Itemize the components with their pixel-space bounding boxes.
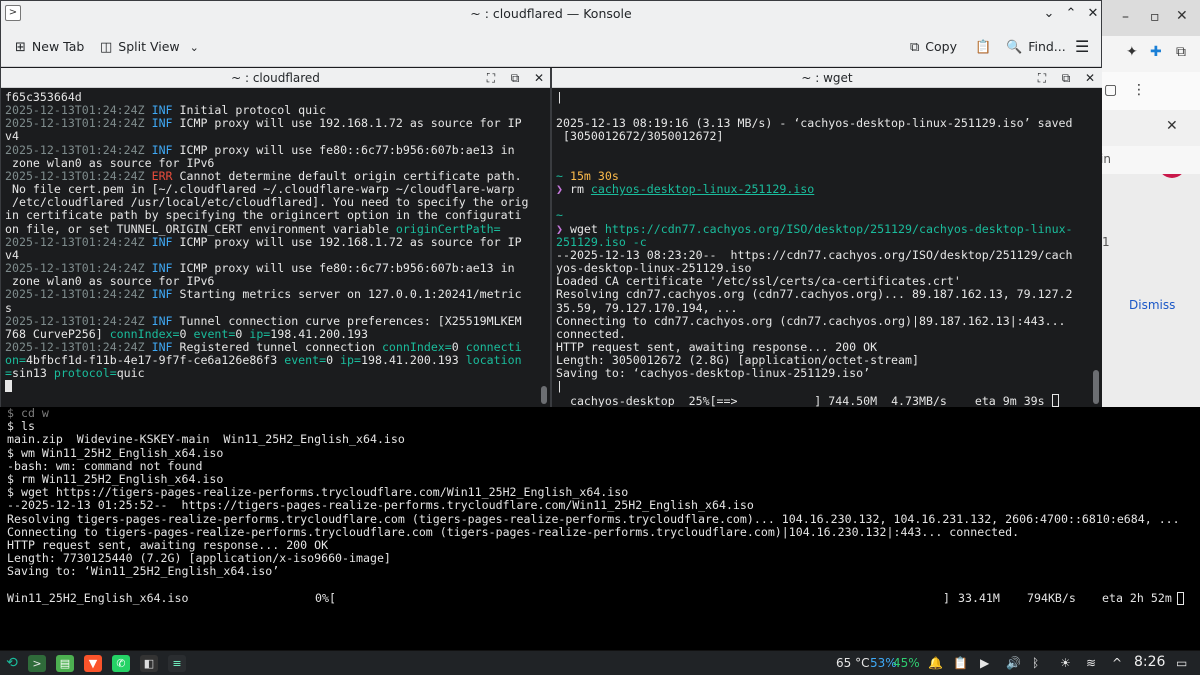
copy-label: Copy — [925, 39, 958, 54]
media-player-icon[interactable]: ▶ — [980, 656, 989, 671]
brightness-icon[interactable]: ☀ — [1060, 656, 1071, 671]
copy-button[interactable]: ⧉ Copy — [910, 37, 957, 57]
dismiss-link[interactable]: Dismiss — [1129, 298, 1175, 312]
find-label: Find... — [1028, 39, 1066, 54]
cpu-temperature[interactable]: 65 °C — [836, 656, 869, 671]
system-tray-expand-icon[interactable]: ^ — [1112, 656, 1122, 671]
file-manager-icon[interactable]: ▤ — [56, 655, 74, 672]
close-notification-icon[interactable]: ✕ — [1166, 118, 1178, 134]
background-download-progress: Win11_25H2_English_x64.iso 0%[ ] 33.41M … — [7, 591, 1193, 606]
find-button[interactable]: 🔍 Find... — [1006, 37, 1066, 57]
show-desktop-icon[interactable]: ▭ — [1176, 656, 1187, 671]
close-icon[interactable]: ✕ — [1083, 4, 1103, 24]
minimize-icon[interactable]: – — [1122, 9, 1129, 25]
browser-toolbar: ✦ ✚ ⧉ — [1100, 36, 1200, 72]
memory-usage[interactable]: 45% — [893, 656, 920, 671]
scrollbar-thumb[interactable] — [1093, 370, 1099, 404]
clock[interactable]: 8:26 — [1134, 654, 1165, 670]
browser-titlebar: – ▫ ✕ — [1100, 0, 1200, 36]
terminal-task-icon[interactable]: ≡ — [168, 655, 186, 672]
maximize-icon[interactable]: ▫ — [1150, 9, 1160, 25]
browser-info-row: in Dismiss — [1100, 146, 1200, 312]
brave-browser-icon[interactable]: ▼ — [84, 655, 102, 672]
hamburger-menu-icon[interactable]: ☰ — [1075, 37, 1089, 57]
clipboard-icon: 📋 — [975, 40, 992, 55]
bg-progress-percent: 0%[ — [315, 591, 336, 605]
close-pane-icon[interactable]: ✕ — [531, 70, 547, 86]
terminal-line: $ cd w — [7, 406, 49, 420]
cloudflared-output: f65c353664d 2025-12-13T01:24:24Z INF Ini… — [5, 90, 529, 394]
bluetooth-icon[interactable]: ᛒ — [1032, 656, 1039, 671]
chevron-down-icon: ⌄ — [189, 41, 199, 54]
pane-header: ~ : wget ⛶ ⧉ ✕ — [552, 68, 1102, 88]
whatsapp-icon[interactable]: ✆ — [112, 655, 130, 672]
close-pane-icon[interactable]: ✕ — [1082, 70, 1098, 86]
chevron-down-icon[interactable]: ⌄ — [1039, 4, 1059, 24]
pane-title: ~ : cloudflared — [231, 71, 320, 85]
bg-progress-bracket: ] — [943, 591, 950, 605]
split-view-button[interactable]: ◫ Split View ⌄ — [100, 37, 199, 57]
volume-icon[interactable]: 🔊 — [1006, 656, 1021, 671]
detach-pane-icon[interactable]: ⧉ — [507, 70, 523, 86]
browser-nav-row: ▢ ⋮ U — [1100, 72, 1200, 178]
browser-window-partial[interactable]: – ▫ ✕ ✦ ✚ ⧉ ▢ ⋮ U ✕ in Dismiss 1 — [1100, 0, 1200, 407]
maximize-pane-icon[interactable]: ⛶ — [1034, 70, 1050, 86]
bg-progress-size: 33.41M — [958, 591, 1000, 605]
menu-dots-icon[interactable]: ⋮ — [1132, 82, 1146, 98]
konsole-task-icon[interactable]: > — [28, 655, 46, 672]
terminal-line: $ wm Win11_25H2_English_x64.iso — [7, 445, 224, 460]
paste-button[interactable]: 📋 — [975, 37, 997, 57]
terminal-line: Saving to: ‘Win11_25H2_English_x64.iso’ — [7, 564, 280, 579]
split-view-label: Split View — [118, 39, 180, 54]
bg-cursor — [1177, 592, 1184, 606]
terminal-line: main.zip Widevine-KSKEY-main Win11_25H2_… — [7, 432, 405, 447]
copy-icon: ⧉ — [910, 40, 920, 55]
maximize-pane-icon[interactable]: ⛶ — [483, 70, 499, 86]
pane-header: ~ : cloudflared ⛶ ⧉ ✕ — [1, 68, 550, 88]
konsole-window[interactable]: > ~ : cloudflared — Konsole ⌄ ⌃ ✕ ⊞ New T… — [0, 0, 1102, 407]
page-icon[interactable]: ▢ — [1104, 82, 1117, 98]
wifi-icon[interactable]: ≋ — [1086, 656, 1096, 671]
search-icon: 🔍 — [1006, 40, 1023, 55]
background-terminal-output: $ cd w $ ls main.zip Widevine-KSKEY-main W… — [7, 406, 1197, 579]
bg-progress-speed: 794KB/s — [1027, 591, 1076, 605]
partial-number: 1 — [1102, 235, 1110, 249]
terminal-pane-cloudflared[interactable]: ~ : cloudflared ⛶ ⧉ ✕ f65c353664d 2025-1… — [1, 68, 550, 407]
wget-output: | 2025-12-13 08:19:16 (3.13 MB/s) - ‘cac… — [556, 90, 1073, 407]
new-tab-label: New Tab — [31, 39, 85, 54]
wget-progress-name: cachyos-desktop — [569, 393, 675, 407]
terminal-line: Resolving tigers-pages-realize-performs.… — [7, 511, 1180, 526]
bg-progress-file: Win11_25H2_English_x64.iso — [7, 591, 189, 605]
clipboard-icon[interactable]: 📋 — [953, 656, 968, 671]
scrollbar-thumb[interactable] — [541, 386, 547, 404]
terminal-line: --2025-12-13 01:25:52-- https://tigers-p… — [7, 498, 754, 513]
window-icon[interactable]: ◧ — [140, 655, 158, 672]
scrollbar[interactable] — [1092, 90, 1100, 406]
close-icon[interactable]: ✕ — [1176, 8, 1188, 24]
notifications-icon[interactable]: 🔔 — [928, 656, 943, 671]
split-view-icon: ◫ — [100, 40, 113, 55]
browser-notification-bar: ✕ — [1100, 110, 1200, 146]
app-launcher-icon[interactable]: ⟲ — [3, 655, 21, 672]
taskbar: ⟲ > ▤ ▼ ✆ ◧ ≡ 65 °C 53% 45% 🔔 📋 ▶ 🔊 ᛒ ☀ … — [0, 650, 1200, 675]
extension-icon[interactable]: ✚ — [1150, 44, 1162, 60]
window-titlebar[interactable]: > ~ : cloudflared — Konsole ⌄ ⌃ ✕ — [1, 1, 1101, 27]
bg-progress-eta: eta 2h 52m — [1102, 591, 1172, 605]
puzzle-icon[interactable]: ⧉ — [1176, 44, 1186, 60]
new-tab-button[interactable]: ⊞ New Tab — [15, 37, 84, 57]
sparkle-icon[interactable]: ✦ — [1126, 44, 1138, 60]
scrollbar[interactable] — [540, 90, 548, 406]
konsole-toolbar: ⊞ New Tab ◫ Split View ⌄ ⧉ Copy 📋 🔍 Find... … — [1, 27, 1101, 67]
chevron-up-icon[interactable]: ⌃ — [1061, 4, 1081, 24]
pane-title: ~ : wget — [801, 71, 853, 85]
new-tab-icon: ⊞ — [15, 40, 26, 55]
detach-pane-icon[interactable]: ⧉ — [1058, 70, 1074, 86]
window-title: ~ : cloudflared — Konsole — [470, 6, 632, 21]
wget-progress-percent: 25%[==> — [688, 393, 738, 407]
terminal-pane-wget[interactable]: ~ : wget ⛶ ⧉ ✕ | 2025-12-13 08:19:16 (3.… — [552, 68, 1102, 407]
wget-progress-stats: ] 744.50M 4.73MB/s eta 9m 39s — [814, 393, 1045, 407]
